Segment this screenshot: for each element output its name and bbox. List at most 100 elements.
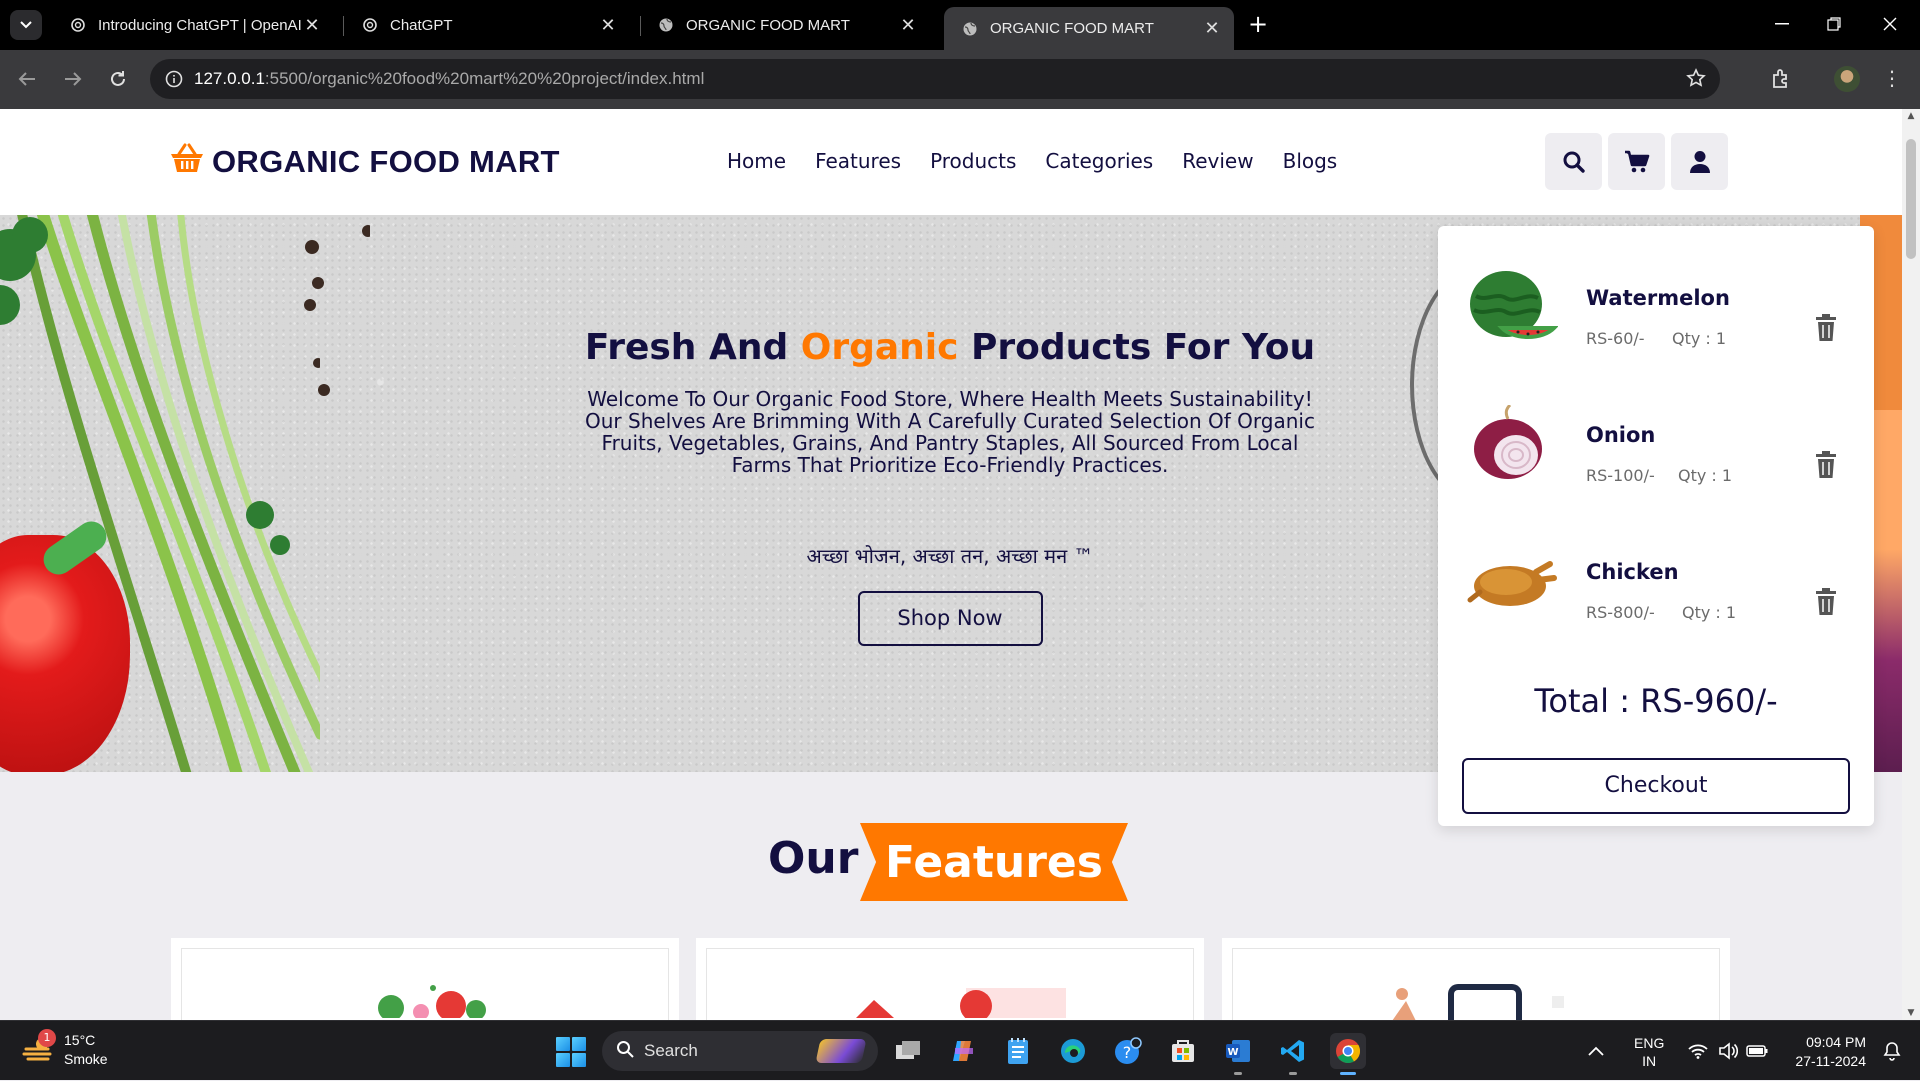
- minimize-icon[interactable]: [1762, 8, 1802, 40]
- globe-icon: [962, 21, 978, 37]
- nav-review[interactable]: Review: [1182, 149, 1253, 173]
- close-icon[interactable]: ✕: [898, 15, 918, 36]
- cart-item: Onion RS-100/- Qty : 1: [1466, 393, 1846, 493]
- tab-title: ORGANIC FOOD MART: [686, 16, 850, 34]
- windows-start-icon[interactable]: [556, 1037, 586, 1067]
- edge-icon[interactable]: [1055, 1033, 1091, 1069]
- page-scrollbar[interactable]: ▲ ▼: [1902, 109, 1920, 1020]
- notification-bell-icon[interactable]: [1882, 1021, 1902, 1081]
- browser-toolbar: 127.0.0.1:5500/organic%20food%20mart%20%…: [0, 50, 1920, 109]
- browser-tab-3[interactable]: ORGANIC FOOD MART ✕: [640, 7, 930, 43]
- logo-text: ORGANIC FOOD MART: [212, 144, 560, 179]
- help-icon[interactable]: ?: [1110, 1033, 1146, 1069]
- cart-item-price: RS-100/-: [1586, 466, 1655, 485]
- features-heading: Our Features: [0, 823, 1902, 903]
- nav-home[interactable]: Home: [727, 149, 786, 173]
- browser-tab-bar: Introducing ChatGPT | OpenAI ✕ ChatGPT ✕…: [0, 0, 1920, 50]
- shop-now-button[interactable]: Shop Now: [857, 591, 1043, 646]
- user-button[interactable]: [1671, 133, 1728, 190]
- cart-item-price: RS-60/-: [1586, 329, 1645, 348]
- battery-icon[interactable]: [1746, 1021, 1768, 1081]
- features-heading-ribbon: Features: [860, 823, 1128, 901]
- scrollbar-thumb[interactable]: [1906, 139, 1916, 259]
- feature-card: [171, 938, 679, 1020]
- cart-total: Total : RS-960/-: [1534, 682, 1778, 720]
- extensions-icon[interactable]: [1766, 64, 1796, 94]
- menu-kebab-icon[interactable]: ⋮: [1882, 66, 1902, 90]
- cart-button[interactable]: [1608, 133, 1665, 190]
- browser-tab-1[interactable]: Introducing ChatGPT | OpenAI ✕: [52, 7, 334, 43]
- tab-title: ORGANIC FOOD MART: [990, 20, 1154, 37]
- volume-icon[interactable]: [1718, 1021, 1738, 1081]
- watermelon-image: [1470, 271, 1558, 340]
- free-delivery-image: [856, 988, 1066, 1018]
- microsoft-store-icon[interactable]: [1165, 1033, 1201, 1069]
- trash-icon[interactable]: [1814, 451, 1838, 479]
- clock-date: 27-11-2024: [1795, 1053, 1866, 1069]
- easy-payments-image: [1392, 984, 1564, 1020]
- taskbar-clock[interactable]: 09:04 PM 27-11-2024: [1780, 1033, 1866, 1071]
- language-indicator[interactable]: ENG IN: [1634, 1034, 1664, 1070]
- trash-icon[interactable]: [1814, 588, 1838, 616]
- restore-icon[interactable]: [1814, 8, 1854, 40]
- close-icon[interactable]: ✕: [1202, 18, 1222, 39]
- site-info-icon[interactable]: [164, 69, 184, 89]
- profile-avatar[interactable]: [1834, 66, 1860, 92]
- tab-title: ChatGPT: [390, 16, 453, 34]
- scroll-up-icon[interactable]: ▲: [1906, 111, 1916, 121]
- shopping-basket-icon: [170, 143, 204, 181]
- back-icon[interactable]: [12, 64, 42, 94]
- show-hidden-icons[interactable]: [1588, 1021, 1604, 1081]
- site-logo[interactable]: ORGANIC FOOD MART: [170, 143, 560, 181]
- openai-icon: [70, 17, 86, 33]
- close-icon[interactable]: ✕: [302, 15, 322, 36]
- cart-item-name: Onion: [1586, 423, 1656, 447]
- word-icon[interactable]: W: [1220, 1033, 1256, 1075]
- nav-products[interactable]: Products: [930, 149, 1016, 173]
- weather-icon: 1: [22, 1029, 56, 1067]
- task-view-icon[interactable]: [890, 1033, 926, 1069]
- tab-search-button[interactable]: [10, 10, 42, 40]
- scroll-down-icon[interactable]: ▼: [1906, 1008, 1916, 1018]
- weather-widget[interactable]: 1 15°C Smoke: [22, 1029, 108, 1069]
- cart-item-price: RS-800/-: [1586, 603, 1655, 622]
- search-icon: [616, 1040, 634, 1062]
- cart-item: Watermelon RS-60/- Qty : 1: [1466, 256, 1846, 356]
- cart-item-qty: Qty : 1: [1678, 466, 1733, 485]
- nav-categories[interactable]: Categories: [1045, 149, 1153, 173]
- svg-text:W: W: [1227, 1047, 1238, 1058]
- clock-time: 09:04 PM: [1806, 1034, 1866, 1050]
- reload-icon[interactable]: [103, 64, 133, 94]
- search-placeholder: Search: [644, 1041, 698, 1060]
- close-window-icon[interactable]: [1870, 8, 1910, 40]
- address-bar[interactable]: 127.0.0.1:5500/organic%20food%20mart%20%…: [150, 59, 1720, 99]
- new-tab-button[interactable]: +: [1244, 10, 1272, 38]
- main-nav: Home Features Products Categories Review…: [727, 149, 1366, 173]
- nav-features[interactable]: Features: [815, 149, 901, 173]
- search-icon: [1563, 151, 1585, 173]
- checkout-button[interactable]: Checkout: [1462, 758, 1850, 814]
- hero-title: Fresh And Organic Products For You: [584, 327, 1316, 368]
- user-icon: [1689, 150, 1710, 173]
- browser-tab-4[interactable]: ORGANIC FOOD MART ✕: [944, 7, 1234, 50]
- hero-description: Welcome To Our Organic Food Store, Where…: [585, 387, 1315, 477]
- wifi-icon[interactable]: [1688, 1021, 1708, 1081]
- bookmark-star-icon[interactable]: [1686, 68, 1706, 92]
- page-viewport: ORGANIC FOOD MART Home Features Products…: [0, 109, 1902, 1020]
- weather-description: Smoke: [64, 1051, 108, 1067]
- search-button[interactable]: [1545, 133, 1602, 190]
- trash-icon[interactable]: [1814, 314, 1838, 342]
- browser-tab-2[interactable]: ChatGPT ✕: [344, 7, 630, 43]
- vscode-icon[interactable]: [1275, 1033, 1311, 1075]
- taskbar-search[interactable]: Search: [602, 1031, 878, 1071]
- nav-blogs[interactable]: Blogs: [1283, 149, 1338, 173]
- forward-icon[interactable]: [58, 64, 88, 94]
- chrome-icon[interactable]: [1330, 1033, 1366, 1075]
- globe-icon: [658, 17, 674, 33]
- close-icon[interactable]: ✕: [598, 15, 618, 36]
- hero-motto: अच्छा भोजन, अच्छा तन, अच्छा मन ™: [806, 544, 1094, 568]
- copilot-icon[interactable]: [945, 1033, 981, 1069]
- notepad-icon[interactable]: [1000, 1033, 1036, 1069]
- chicken-image: [1467, 561, 1557, 606]
- features-heading-highlight: Features: [885, 836, 1103, 888]
